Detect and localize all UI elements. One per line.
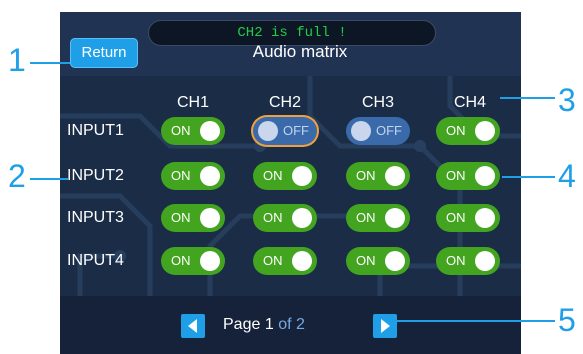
- toggle-state-label: ON: [263, 253, 283, 268]
- row-label-input3: INPUT3: [67, 209, 124, 226]
- page-word: Page: [223, 316, 261, 333]
- callout-3-number: 3: [558, 82, 576, 118]
- toggle-input2-ch4[interactable]: ON: [436, 162, 500, 190]
- prev-page-button[interactable]: [181, 314, 205, 338]
- toggle-knob: [258, 121, 278, 141]
- toggle-input4-ch2[interactable]: ON: [253, 247, 317, 275]
- toggle-input2-ch1[interactable]: ON: [161, 162, 225, 190]
- toggle-state-label: ON: [171, 253, 191, 268]
- pagination-bar: Page 1 of 2: [60, 296, 521, 354]
- toggle-knob: [475, 251, 495, 271]
- toggle-input1-ch2[interactable]: OFF: [253, 117, 317, 145]
- toggle-state-label: ON: [171, 168, 191, 183]
- callout-2-number: 2: [8, 158, 26, 194]
- toggle-state-label: ON: [446, 123, 466, 138]
- toggle-state-label: ON: [446, 253, 466, 268]
- row-label-input4: INPUT4: [67, 252, 124, 269]
- toggle-knob: [292, 251, 312, 271]
- callout-5-line: [396, 320, 555, 322]
- triangle-right-icon: [381, 319, 390, 333]
- toggle-state-label: ON: [171, 123, 191, 138]
- toggle-state-label: ON: [446, 168, 466, 183]
- triangle-left-icon: [188, 319, 197, 333]
- toggle-input3-ch4[interactable]: ON: [436, 204, 500, 232]
- toggle-state-label: OFF: [283, 123, 309, 138]
- row-label-input1: INPUT1: [67, 122, 124, 139]
- device-screen: CH2 is full ! Audio matrix Return CH1 CH2…: [60, 12, 521, 354]
- toggle-input4-ch1[interactable]: ON: [161, 247, 225, 275]
- column-header-ch1: CH1: [176, 94, 209, 111]
- toggle-state-label: ON: [263, 168, 283, 183]
- toggle-input3-ch2[interactable]: ON: [253, 204, 317, 232]
- toggle-knob: [292, 208, 312, 228]
- toggle-knob: [351, 121, 371, 141]
- toggle-input1-ch1[interactable]: ON: [161, 117, 225, 145]
- toggle-state-label: ON: [263, 210, 283, 225]
- toggle-input1-ch4[interactable]: ON: [436, 117, 500, 145]
- callout-2-line: [30, 178, 68, 180]
- toggle-knob: [200, 251, 220, 271]
- toggle-state-label: OFF: [376, 123, 402, 138]
- toggle-state-label: ON: [446, 210, 466, 225]
- callout-1-number: 1: [8, 42, 26, 78]
- callout-4-number: 4: [558, 158, 576, 194]
- page-total: of 2: [278, 316, 305, 333]
- toggle-input4-ch4[interactable]: ON: [436, 247, 500, 275]
- callout-1-line: [30, 62, 70, 64]
- column-header-ch4: CH4: [453, 94, 486, 111]
- column-header-ch3: CH3: [361, 94, 394, 111]
- page-current: 1: [264, 316, 274, 333]
- callout-5-number: 5: [558, 302, 576, 338]
- toggle-knob: [200, 166, 220, 186]
- toggle-input3-ch3[interactable]: ON: [346, 204, 410, 232]
- toggle-knob: [200, 121, 220, 141]
- toggle-state-label: ON: [356, 210, 376, 225]
- toggle-input2-ch2[interactable]: ON: [253, 162, 317, 190]
- toggle-knob: [385, 208, 405, 228]
- toggle-knob: [475, 208, 495, 228]
- row-label-input2: INPUT2: [67, 167, 124, 184]
- toggle-input3-ch1[interactable]: ON: [161, 204, 225, 232]
- toggle-knob: [292, 166, 312, 186]
- toggle-knob: [385, 251, 405, 271]
- return-button[interactable]: Return: [70, 38, 138, 68]
- column-header-ch2: CH2: [268, 94, 301, 111]
- page-indicator: Page 1 of 2: [223, 316, 305, 334]
- toggle-state-label: ON: [356, 168, 376, 183]
- toggle-input2-ch3[interactable]: ON: [346, 162, 410, 190]
- toggle-knob: [475, 121, 495, 141]
- toggle-knob: [475, 166, 495, 186]
- toggle-state-label: ON: [171, 210, 191, 225]
- toggle-knob: [200, 208, 220, 228]
- toggle-input4-ch3[interactable]: ON: [346, 247, 410, 275]
- toggle-knob: [385, 166, 405, 186]
- callout-3-line: [500, 97, 555, 99]
- callout-4-line: [502, 176, 555, 178]
- page-title: Audio matrix: [252, 42, 348, 61]
- next-page-button[interactable]: [373, 314, 397, 338]
- toggle-input1-ch3[interactable]: OFF: [346, 117, 410, 145]
- toggle-state-label: ON: [356, 253, 376, 268]
